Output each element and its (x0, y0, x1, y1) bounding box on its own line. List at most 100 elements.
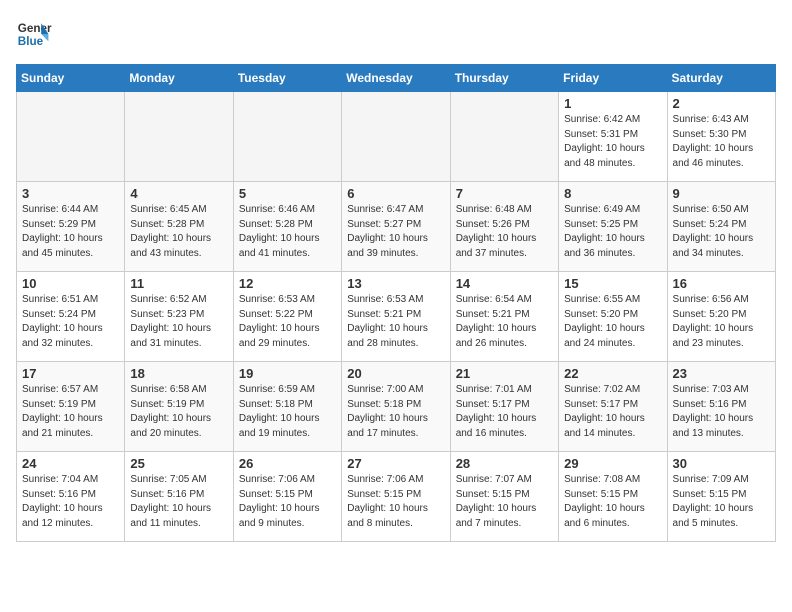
day-number: 15 (564, 276, 661, 291)
day-number: 25 (130, 456, 227, 471)
calendar-cell (342, 92, 450, 182)
calendar-cell: 16 Sunrise: 6:56 AMSunset: 5:20 PMDayligh… (667, 272, 775, 362)
day-number: 18 (130, 366, 227, 381)
day-number: 3 (22, 186, 119, 201)
calendar-cell: 30 Sunrise: 7:09 AMSunset: 5:15 PMDayligh… (667, 452, 775, 542)
day-info: Sunrise: 7:06 AMSunset: 5:15 PMDaylight:… (239, 473, 336, 531)
day-info: Sunrise: 7:03 AMSunset: 5:16 PMDaylight:… (673, 383, 770, 441)
header: General Blue (16, 16, 776, 52)
calendar-cell: 29 Sunrise: 7:08 AMSunset: 5:15 PMDayligh… (559, 452, 667, 542)
calendar-cell: 21 Sunrise: 7:01 AMSunset: 5:17 PMDayligh… (450, 362, 558, 452)
day-info: Sunrise: 7:05 AMSunset: 5:16 PMDaylight:… (130, 473, 227, 531)
day-info: Sunrise: 6:56 AMSunset: 5:20 PMDaylight:… (673, 293, 770, 351)
calendar-cell: 15Sunrise: 6:55 AMSunset: 5:20 PMDayligh… (559, 272, 667, 362)
col-header-monday: Monday (125, 65, 233, 92)
col-header-saturday: Saturday (667, 65, 775, 92)
calendar-cell: 26 Sunrise: 7:06 AMSunset: 5:15 PMDayligh… (233, 452, 341, 542)
calendar-cell: 3 Sunrise: 6:44 AMSunset: 5:29 PMDaylight… (17, 182, 125, 272)
day-info: Sunrise: 6:50 AMSunset: 5:24 PMDaylight:… (673, 203, 770, 261)
day-info: Sunrise: 7:00 AMSunset: 5:18 PMDaylight:… (347, 383, 444, 441)
calendar-cell: 27Sunrise: 7:06 AMSunset: 5:15 PMDayligh… (342, 452, 450, 542)
day-number: 24 (22, 456, 119, 471)
calendar-cell: 24Sunrise: 7:04 AMSunset: 5:16 PMDayligh… (17, 452, 125, 542)
day-number: 30 (673, 456, 770, 471)
header-row: SundayMondayTuesdayWednesdayThursdayFrid… (17, 65, 776, 92)
day-info: Sunrise: 6:45 AMSunset: 5:28 PMDaylight:… (130, 203, 227, 261)
calendar-cell: 6 Sunrise: 6:47 AMSunset: 5:27 PMDaylight… (342, 182, 450, 272)
week-row-3: 10 Sunrise: 6:51 AMSunset: 5:24 PMDayligh… (17, 272, 776, 362)
calendar-cell: 11 Sunrise: 6:52 AMSunset: 5:23 PMDayligh… (125, 272, 233, 362)
day-number: 12 (239, 276, 336, 291)
calendar-cell: 25 Sunrise: 7:05 AMSunset: 5:16 PMDayligh… (125, 452, 233, 542)
col-header-wednesday: Wednesday (342, 65, 450, 92)
calendar-cell: 13 Sunrise: 6:53 AMSunset: 5:21 PMDayligh… (342, 272, 450, 362)
day-number: 26 (239, 456, 336, 471)
calendar-cell (233, 92, 341, 182)
day-number: 20 (347, 366, 444, 381)
calendar-cell (125, 92, 233, 182)
calendar-cell (17, 92, 125, 182)
calendar-cell: 14 Sunrise: 6:54 AMSunset: 5:21 PMDayligh… (450, 272, 558, 362)
calendar-cell: 7Sunrise: 6:48 AMSunset: 5:26 PMDaylight… (450, 182, 558, 272)
day-number: 7 (456, 186, 553, 201)
day-number: 16 (673, 276, 770, 291)
day-number: 19 (239, 366, 336, 381)
day-number: 17 (22, 366, 119, 381)
day-number: 27 (347, 456, 444, 471)
calendar-cell: 28 Sunrise: 7:07 AMSunset: 5:15 PMDayligh… (450, 452, 558, 542)
calendar-cell: 8Sunrise: 6:49 AMSunset: 5:25 PMDaylight… (559, 182, 667, 272)
week-row-4: 17 Sunrise: 6:57 AMSunset: 5:19 PMDayligh… (17, 362, 776, 452)
day-number: 21 (456, 366, 553, 381)
day-number: 2 (673, 96, 770, 111)
day-info: Sunrise: 6:44 AMSunset: 5:29 PMDaylight:… (22, 203, 119, 261)
day-number: 1 (564, 96, 661, 111)
day-info: Sunrise: 7:02 AMSunset: 5:17 PMDaylight:… (564, 383, 661, 441)
calendar-cell: 20 Sunrise: 7:00 AMSunset: 5:18 PMDayligh… (342, 362, 450, 452)
day-info: Sunrise: 6:59 AMSunset: 5:18 PMDaylight:… (239, 383, 336, 441)
calendar-cell: 22 Sunrise: 7:02 AMSunset: 5:17 PMDayligh… (559, 362, 667, 452)
day-info: Sunrise: 7:08 AMSunset: 5:15 PMDaylight:… (564, 473, 661, 531)
day-info: Sunrise: 7:01 AMSunset: 5:17 PMDaylight:… (456, 383, 553, 441)
day-number: 28 (456, 456, 553, 471)
day-info: Sunrise: 6:58 AMSunset: 5:19 PMDaylight:… (130, 383, 227, 441)
calendar-cell: 10 Sunrise: 6:51 AMSunset: 5:24 PMDayligh… (17, 272, 125, 362)
calendar-cell: 19 Sunrise: 6:59 AMSunset: 5:18 PMDayligh… (233, 362, 341, 452)
calendar-table: SundayMondayTuesdayWednesdayThursdayFrid… (16, 64, 776, 542)
day-number: 6 (347, 186, 444, 201)
day-number: 14 (456, 276, 553, 291)
day-info: Sunrise: 6:46 AMSunset: 5:28 PMDaylight:… (239, 203, 336, 261)
day-info: Sunrise: 6:54 AMSunset: 5:21 PMDaylight:… (456, 293, 553, 351)
logo-icon: General Blue (16, 16, 52, 52)
day-info: Sunrise: 6:49 AMSunset: 5:25 PMDaylight:… (564, 203, 661, 261)
day-info: Sunrise: 6:53 AMSunset: 5:22 PMDaylight:… (239, 293, 336, 351)
calendar-cell: 17 Sunrise: 6:57 AMSunset: 5:19 PMDayligh… (17, 362, 125, 452)
calendar-cell: 12 Sunrise: 6:53 AMSunset: 5:22 PMDayligh… (233, 272, 341, 362)
day-info: Sunrise: 6:57 AMSunset: 5:19 PMDaylight:… (22, 383, 119, 441)
week-row-2: 3 Sunrise: 6:44 AMSunset: 5:29 PMDaylight… (17, 182, 776, 272)
day-number: 29 (564, 456, 661, 471)
day-number: 22 (564, 366, 661, 381)
day-number: 11 (130, 276, 227, 291)
day-info: Sunrise: 6:53 AMSunset: 5:21 PMDaylight:… (347, 293, 444, 351)
day-number: 10 (22, 276, 119, 291)
day-number: 5 (239, 186, 336, 201)
calendar-cell: 1Sunrise: 6:42 AMSunset: 5:31 PMDaylight… (559, 92, 667, 182)
col-header-tuesday: Tuesday (233, 65, 341, 92)
day-info: Sunrise: 6:52 AMSunset: 5:23 PMDaylight:… (130, 293, 227, 351)
calendar-cell: 23 Sunrise: 7:03 AMSunset: 5:16 PMDayligh… (667, 362, 775, 452)
col-header-thursday: Thursday (450, 65, 558, 92)
calendar-cell: 18 Sunrise: 6:58 AMSunset: 5:19 PMDayligh… (125, 362, 233, 452)
col-header-friday: Friday (559, 65, 667, 92)
day-number: 23 (673, 366, 770, 381)
week-row-5: 24Sunrise: 7:04 AMSunset: 5:16 PMDayligh… (17, 452, 776, 542)
calendar-cell: 9Sunrise: 6:50 AMSunset: 5:24 PMDaylight… (667, 182, 775, 272)
day-info: Sunrise: 6:47 AMSunset: 5:27 PMDaylight:… (347, 203, 444, 261)
day-info: Sunrise: 7:07 AMSunset: 5:15 PMDaylight:… (456, 473, 553, 531)
day-number: 4 (130, 186, 227, 201)
week-row-1: 1Sunrise: 6:42 AMSunset: 5:31 PMDaylight… (17, 92, 776, 182)
calendar-cell: 5 Sunrise: 6:46 AMSunset: 5:28 PMDaylight… (233, 182, 341, 272)
day-number: 13 (347, 276, 444, 291)
day-info: Sunrise: 6:51 AMSunset: 5:24 PMDaylight:… (22, 293, 119, 351)
day-info: Sunrise: 7:09 AMSunset: 5:15 PMDaylight:… (673, 473, 770, 531)
day-info: Sunrise: 6:43 AMSunset: 5:30 PMDaylight:… (673, 113, 770, 171)
